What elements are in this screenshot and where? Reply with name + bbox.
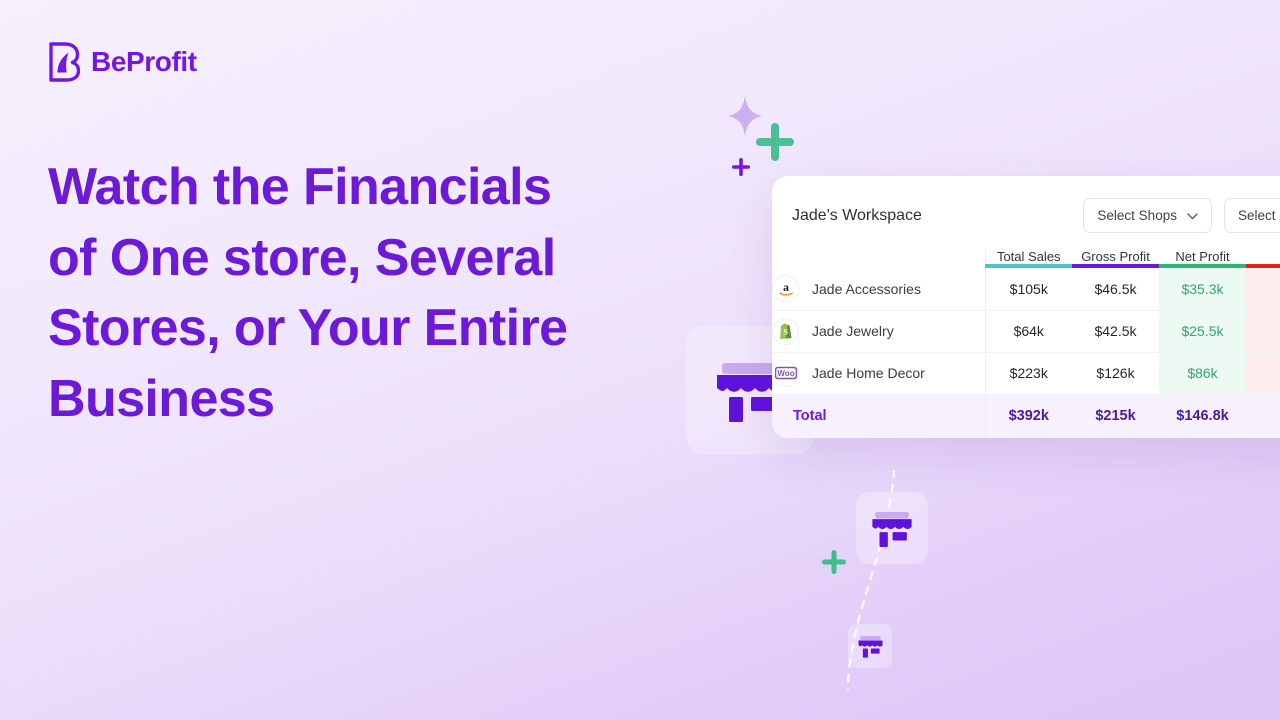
- cell-net-profit: $86k: [1159, 352, 1246, 395]
- dashboard-card: Jade's Workspace Select Shops Select Me: [772, 176, 1280, 438]
- table-total-row: Total $392k $215k $146.8k -$: [772, 394, 1280, 438]
- beprofit-b-mark-icon: [48, 42, 80, 82]
- shopify-icon: S: [772, 317, 799, 345]
- cell-gross-profit: $42.5k: [1072, 310, 1159, 353]
- brand-logo[interactable]: BeProfit: [48, 42, 197, 82]
- select-metrics-label: Select Me: [1237, 208, 1280, 223]
- dashboard-controls: Select Shops Select Me: [1083, 198, 1280, 233]
- cell-costs: -$: [1246, 310, 1280, 353]
- total-gross-profit: $215k: [1072, 394, 1159, 438]
- cell-costs: -$: [1246, 268, 1280, 311]
- table-body: a Jade Accessories $105k $46.5k $35.3k -…: [772, 268, 1280, 438]
- total-label: Total: [772, 394, 986, 438]
- select-metrics-dropdown[interactable]: Select Me: [1223, 198, 1280, 233]
- plus-icon-green-large: [753, 120, 797, 169]
- store-name: Jade Accessories: [812, 280, 921, 297]
- amazon-icon: a: [772, 275, 799, 303]
- svg-text:S: S: [783, 326, 788, 336]
- store-name: Jade Jewelry: [812, 323, 894, 339]
- chevron-down-icon: [1187, 208, 1198, 223]
- sparkle-icon: [728, 96, 762, 141]
- select-shops-dropdown[interactable]: Select Shops: [1083, 198, 1212, 233]
- cell-gross-profit: $46.5k: [1072, 268, 1159, 311]
- financials-table: Total Sales Gross Profit Net Profit C: [772, 249, 1280, 438]
- table-row[interactable]: a Jade Accessories $105k $46.5k $35.3k -…: [772, 268, 1280, 311]
- table-row[interactable]: S Jade Jewelry $64k $42.5k $25.5k -$: [772, 310, 1280, 353]
- store-cell: a Jade Accessories: [772, 268, 986, 311]
- column-header-net-profit[interactable]: Net Profit: [1159, 249, 1246, 264]
- svg-text:a: a: [783, 280, 789, 294]
- plus-icon-green-medium: [820, 548, 848, 581]
- select-shops-label: Select Shops: [1097, 208, 1177, 223]
- table-row[interactable]: Woo Jade Home Decor $223k $126k $86k -$: [772, 352, 1280, 395]
- store-cell: Woo Jade Home Decor: [772, 352, 986, 395]
- storefront-tile-small: [848, 624, 892, 668]
- store-name: Jade Home Decor: [812, 365, 925, 381]
- total-net-profit: $146.8k: [1159, 394, 1246, 438]
- storefront-tile-medium: [856, 492, 928, 564]
- svg-text:Woo: Woo: [777, 369, 794, 378]
- brand-name: BeProfit: [91, 46, 197, 77]
- cell-total-sales: $64k: [985, 310, 1072, 353]
- workspace-title: Jade's Workspace: [792, 206, 922, 224]
- dashed-curve-connector: [790, 468, 930, 695]
- page-title: Watch the Financials of One store, Sever…: [48, 158, 568, 429]
- cell-total-sales: $105k: [985, 268, 1072, 311]
- cell-net-profit: $35.3k: [1159, 268, 1246, 311]
- total-costs: -$: [1246, 394, 1280, 438]
- store-cell: S Jade Jewelry: [772, 310, 986, 353]
- column-header-costs[interactable]: C: [1246, 249, 1280, 264]
- total-total-sales: $392k: [985, 394, 1072, 438]
- table-header-row: Total Sales Gross Profit Net Profit C: [772, 249, 1280, 264]
- cell-gross-profit: $126k: [1072, 352, 1159, 395]
- woocommerce-icon: Woo: [772, 359, 799, 387]
- plus-icon-purple-small: [730, 156, 752, 183]
- table-header: Total Sales Gross Profit Net Profit C: [772, 249, 1280, 268]
- column-header-store: [772, 249, 986, 264]
- cell-total-sales: $223k: [985, 352, 1072, 395]
- cell-net-profit: $25.5k: [1159, 310, 1246, 353]
- column-header-total-sales[interactable]: Total Sales: [985, 249, 1072, 264]
- dashboard-header: Jade's Workspace Select Shops Select Me: [772, 176, 1280, 249]
- column-header-gross-profit[interactable]: Gross Profit: [1072, 249, 1159, 264]
- cell-costs: -$: [1246, 352, 1280, 395]
